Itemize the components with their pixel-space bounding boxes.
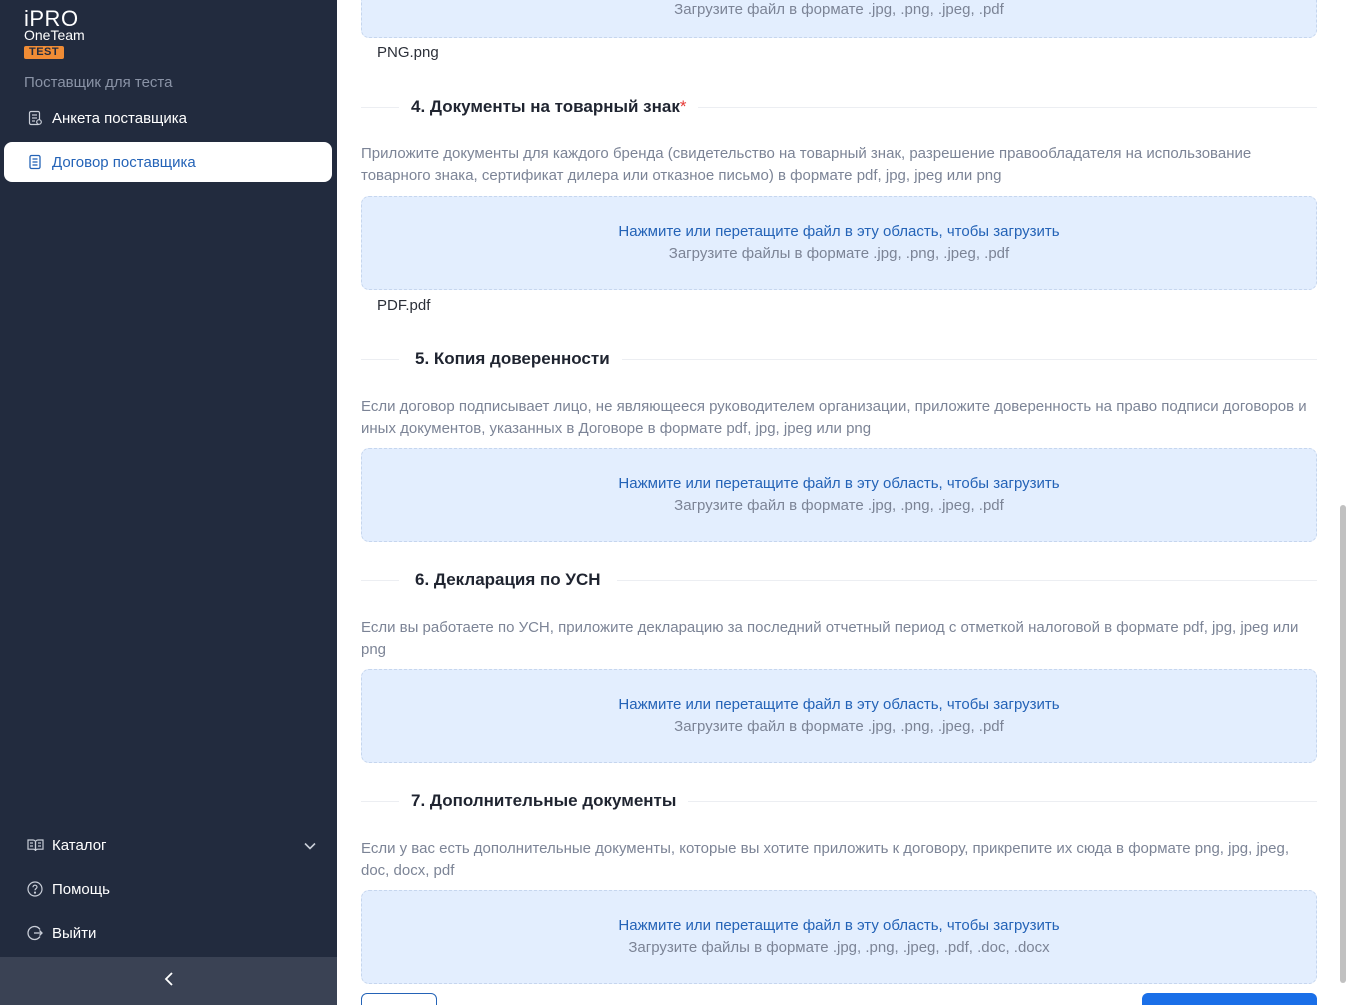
dropzone-hint: Загрузите файлы в формате .jpg, .png, .j… xyxy=(628,939,1050,956)
dropzone-label: Нажмите или перетащите файл в эту област… xyxy=(618,223,1060,240)
section-title-text: 5. Копия доверенности xyxy=(415,349,610,368)
contract-icon xyxy=(26,153,44,171)
section-5-title: 5. Копия доверенности xyxy=(361,347,1317,371)
logout-icon xyxy=(26,924,44,942)
env-badge: TEST xyxy=(24,46,65,59)
section-title-text: 7. Дополнительные документы xyxy=(411,791,677,810)
dropzone-label: Нажмите или перетащите файл в эту област… xyxy=(618,696,1060,713)
uploaded-file[interactable]: PNG.png xyxy=(377,44,439,61)
section-7-title: 7. Дополнительные документы xyxy=(361,789,1317,813)
dropzone-hint: Загрузите файлы в формате .jpg, .png, .j… xyxy=(668,245,1010,262)
sidebar-item-supplier-contract[interactable]: Договор поставщика xyxy=(4,142,332,182)
dropzone-hint: Загрузите файл в формате .jpg, .png, .jp… xyxy=(674,718,1004,735)
main-content: Загрузите файл в формате .jpg, .png, .jp… xyxy=(337,0,1349,1005)
sidebar-item-label: Помощь xyxy=(52,880,110,898)
sidebar-item-label: Анкета поставщика xyxy=(52,109,188,127)
dropzone-hint: Загрузите файл в формате .jpg, .png, .jp… xyxy=(674,1,1004,18)
submit-button[interactable] xyxy=(1142,993,1317,1005)
dropzone-power-of-attorney[interactable]: Нажмите или перетащите файл в эту област… xyxy=(361,448,1317,542)
sidebar-item-label: Каталог xyxy=(52,836,107,854)
dropzone-label: Нажмите или перетащите файл в эту област… xyxy=(618,917,1060,934)
section-6-title: 6. Декларация по УСН xyxy=(361,568,1317,592)
sidebar: iPRO OneTeam TEST Поставщик для теста Ан… xyxy=(0,0,337,1005)
sidebar-item-logout[interactable]: Выйти xyxy=(4,913,332,953)
sidebar-item-label: Выйти xyxy=(52,924,97,942)
help-circle-icon xyxy=(26,880,44,898)
section-7-description: Если у вас есть дополнительные документы… xyxy=(361,840,1290,879)
sidebar-item-help[interactable]: Помощь xyxy=(4,869,332,909)
sidebar-collapse-button[interactable] xyxy=(0,957,337,1005)
dropzone-trademark[interactable]: Нажмите или перетащите файл в эту област… xyxy=(361,196,1317,290)
section-5-description: Если договор подписывает лицо, не являющ… xyxy=(361,398,1307,437)
chevron-down-icon xyxy=(304,837,316,854)
section-6-description: Если вы работаете по УСН, приложите декл… xyxy=(361,619,1299,658)
logo-subtitle: OneTeam xyxy=(24,27,85,43)
dropzone-label: Нажмите или перетащите файл в эту област… xyxy=(618,475,1060,492)
sidebar-item-catalog[interactable]: Каталог xyxy=(4,825,332,865)
required-mark: * xyxy=(679,97,687,116)
dropzone-tax-declaration[interactable]: Нажмите или перетащите файл в эту област… xyxy=(361,669,1317,763)
chevron-left-icon xyxy=(164,971,174,991)
dropzone-hint: Загрузите файл в формате .jpg, .png, .jp… xyxy=(674,497,1004,514)
sidebar-item-label: Договор поставщика xyxy=(52,153,196,171)
dropzone-additional-docs[interactable]: Нажмите или перетащите файл в эту област… xyxy=(361,890,1317,984)
section-title-text: 4. Документы на товарный знак xyxy=(411,97,680,116)
book-open-icon xyxy=(26,836,44,854)
supplier-name: Поставщик для теста xyxy=(24,74,173,91)
section-title-text: 6. Декларация по УСН xyxy=(415,570,601,589)
back-button[interactable] xyxy=(361,993,437,1005)
logo[interactable]: iPRO OneTeam TEST xyxy=(24,8,85,60)
uploaded-file[interactable]: PDF.pdf xyxy=(377,297,430,314)
dropzone-prev[interactable]: Загрузите файл в формате .jpg, .png, .jp… xyxy=(361,0,1317,38)
section-4-description: Приложите документы для каждого бренда (… xyxy=(361,145,1252,184)
scrollbar[interactable] xyxy=(1337,0,1349,1005)
sidebar-item-supplier-form[interactable]: Анкета поставщика xyxy=(4,98,332,138)
document-list-icon xyxy=(26,109,44,127)
scrollbar-thumb[interactable] xyxy=(1340,505,1346,983)
section-4-title: 4. Документы на товарный знак* xyxy=(361,95,1317,119)
